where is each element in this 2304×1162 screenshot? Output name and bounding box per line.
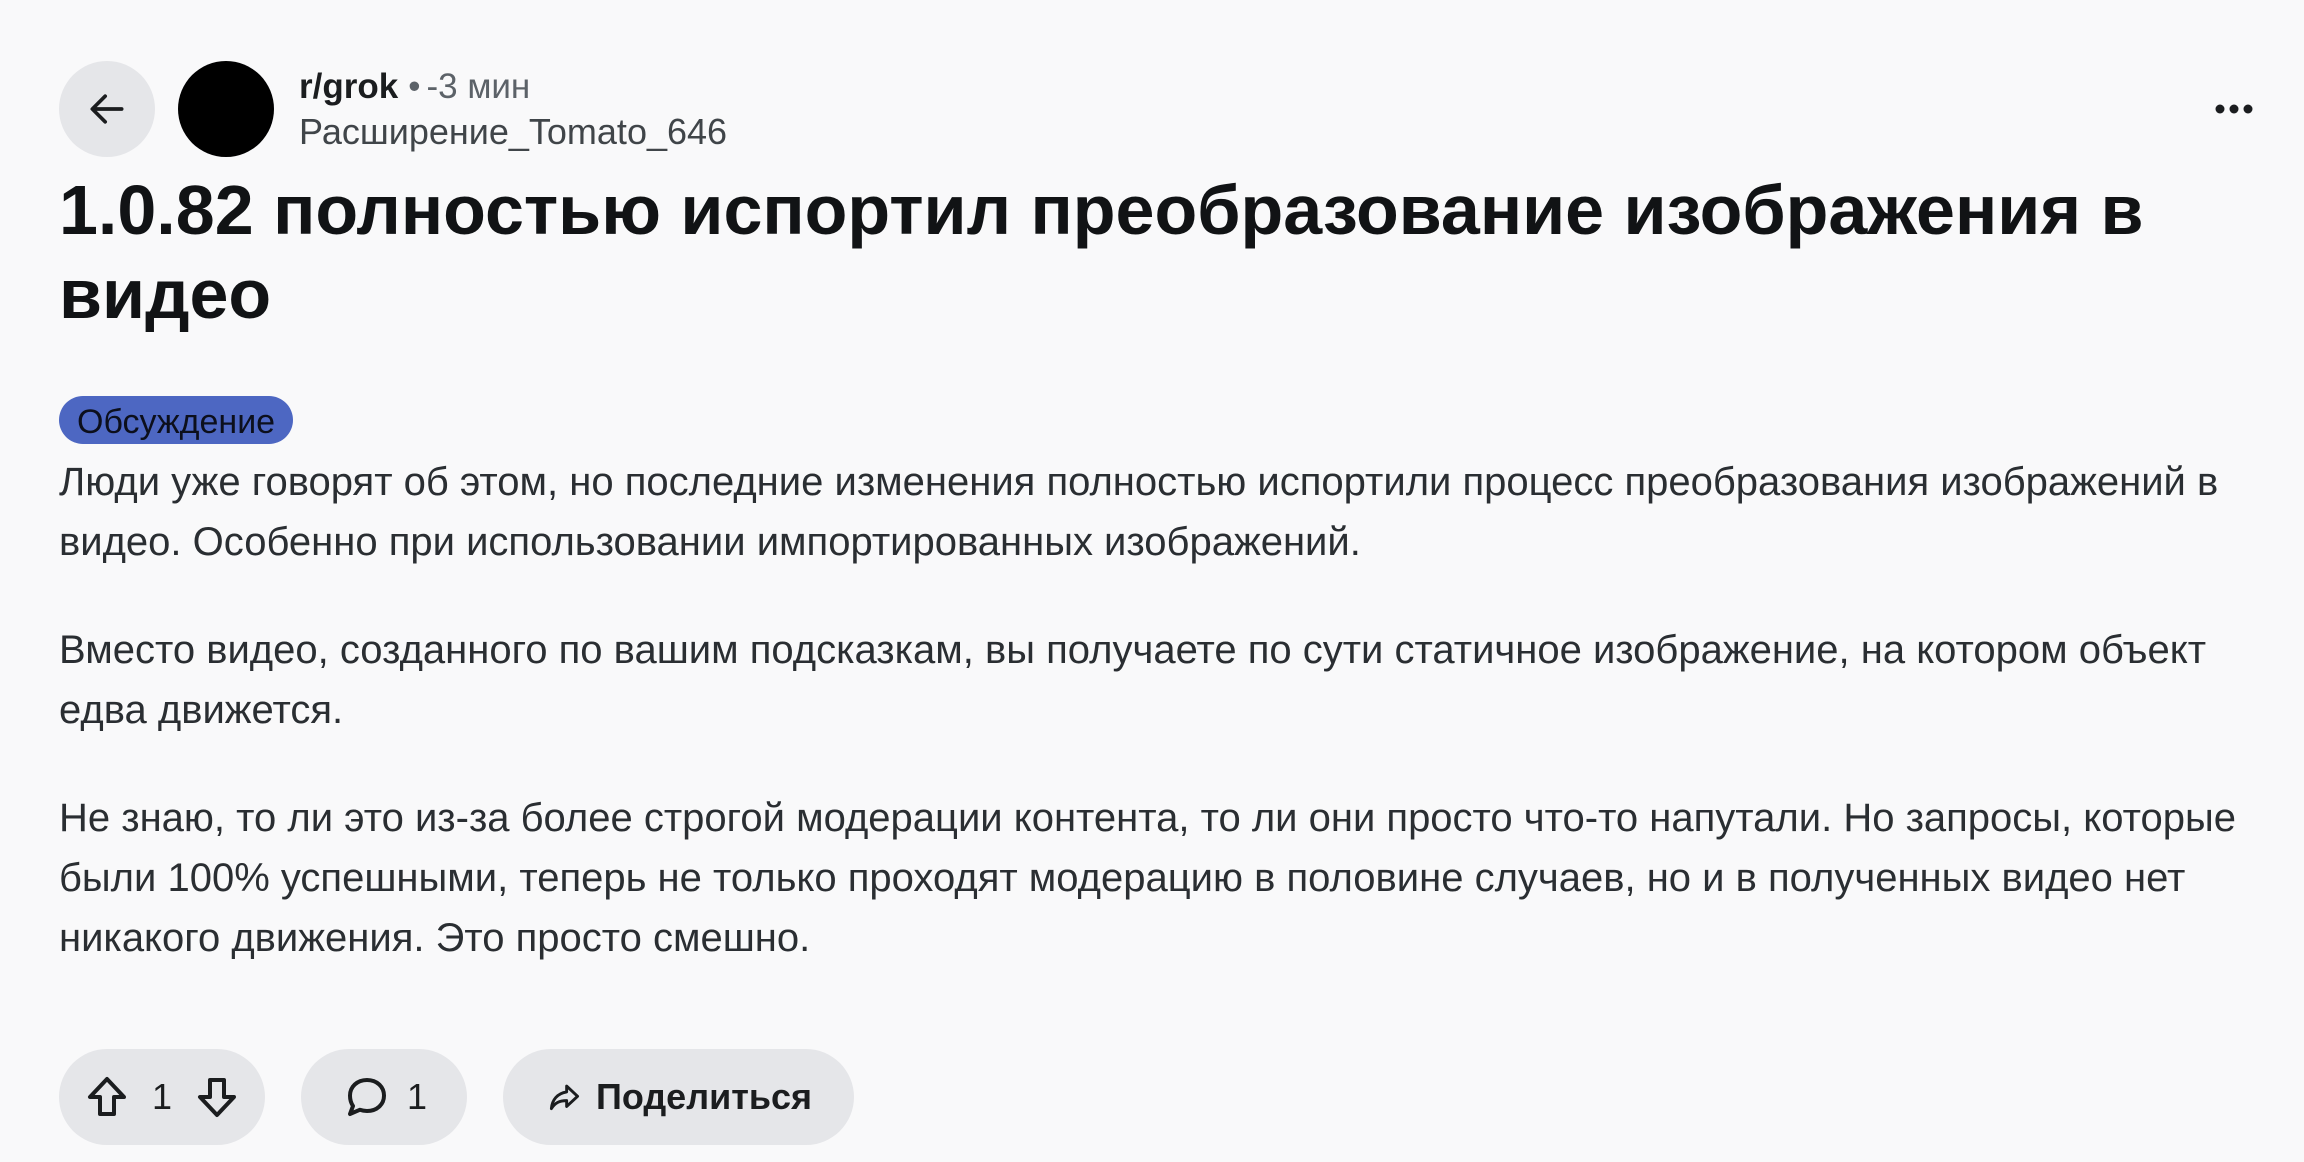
subreddit-link[interactable]: r/grok <box>299 67 398 106</box>
arrow-down-icon <box>198 1078 236 1117</box>
body-paragraph: Вместо видео, созданного по вашим подска… <box>59 628 2207 732</box>
meta-line: r/grok • -3 мин <box>299 65 727 109</box>
post-body: Люди уже говорят об этом, но последние и… <box>59 452 2259 1016</box>
author-link[interactable]: Расширение_Tomato_646 <box>299 109 727 155</box>
vote-control: 1 <box>59 1049 265 1145</box>
comment-count: 1 <box>406 1076 427 1117</box>
body-paragraph: Люди уже говорят об этом, но последние и… <box>59 460 2219 564</box>
more-options-button[interactable] <box>2210 85 2258 133</box>
post-actions: 1 1 Поделиться <box>59 1049 854 1145</box>
share-arrow-icon <box>549 1084 580 1111</box>
comments-button[interactable]: 1 <box>301 1049 467 1145</box>
subreddit-avatar[interactable] <box>178 61 274 157</box>
more-horizontal-icon <box>2215 104 2253 114</box>
post-header: r/grok • -3 мин Расширение_Tomato_646 <box>59 61 2304 157</box>
meta-separator: • <box>408 67 421 106</box>
arrow-up-icon <box>88 1077 126 1116</box>
post-flair[interactable]: Обсуждение <box>59 396 294 444</box>
share-label: Поделиться <box>595 1076 812 1117</box>
share-button[interactable]: Поделиться <box>503 1049 854 1145</box>
downvote-button[interactable] <box>193 1073 241 1121</box>
post-title: 1.0.82 полностью испортил преобразование… <box>59 171 2144 333</box>
post-time: -3 мин <box>426 67 531 106</box>
post-meta: r/grok • -3 мин Расширение_Tomato_646 <box>299 65 727 155</box>
speech-bubble-icon <box>348 1078 386 1116</box>
body-paragraph: Не знаю, то ли это из-за более строгой м… <box>59 796 2236 960</box>
arrow-left-icon <box>90 94 124 124</box>
back-button[interactable] <box>59 61 155 157</box>
post-page: r/grok • -3 мин Расширение_Tomato_646 1.0.… <box>0 0 2304 1162</box>
vote-count: 1 <box>151 1076 173 1117</box>
upvote-button[interactable] <box>83 1073 131 1121</box>
